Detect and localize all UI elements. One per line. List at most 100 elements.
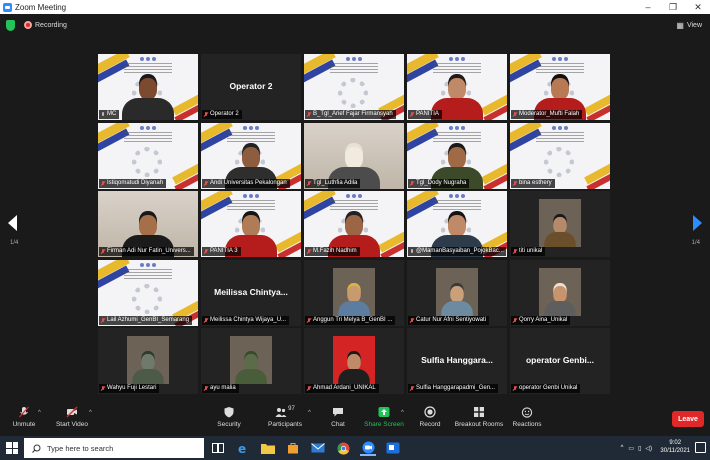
muted-mic-icon	[204, 248, 208, 255]
participant-tile[interactable]: ayu malia	[201, 328, 301, 394]
leave-button[interactable]: Leave	[672, 411, 704, 427]
participant-name-tag: PANITIA	[408, 110, 442, 119]
grid-view-icon: ▦	[676, 21, 684, 30]
participant-tile[interactable]: Operator 2 Operator 2	[201, 54, 301, 120]
participant-tile[interactable]: Moderator_Mufti Falah	[510, 54, 610, 120]
participant-tile[interactable]: Sulfia Hanggara... Sulfia Hanggarapadmi_G…	[407, 328, 507, 394]
participant-tile[interactable]: M.Fazih Nadhim	[304, 191, 404, 257]
participant-display-name: Sulfia Hanggara...	[421, 355, 493, 365]
security-button[interactable]: Security	[214, 406, 244, 436]
chat-button[interactable]: Chat	[326, 406, 350, 436]
meeting-app-icon[interactable]	[385, 440, 401, 456]
participant-tile[interactable]: Andi Universitas Pekalongan	[201, 123, 301, 189]
participant-name-tag: titi unikal	[511, 247, 546, 256]
participant-tile[interactable]: @MamanBasyaiban_PojokBac...	[407, 191, 507, 257]
participant-tile[interactable]: Tgl_Dody Nugraha	[407, 123, 507, 189]
share-screen-icon	[378, 407, 390, 417]
taskbar-search-box[interactable]: Type here to search	[24, 438, 204, 458]
unmute-button[interactable]: Unmute	[8, 406, 40, 436]
participant-tile[interactable]: bina esthery	[510, 123, 610, 189]
mail-icon[interactable]	[310, 440, 326, 456]
taskbar-clock[interactable]: 9:02 30/11/2021	[660, 439, 690, 455]
reactions-button[interactable]: Reactions	[512, 406, 542, 436]
encryption-shield-icon[interactable]	[6, 20, 15, 31]
participant-tile[interactable]: Firman Adi Nur Fatin_Univers...	[98, 191, 198, 257]
participant-tile[interactable]: B_Tgl_Arief Fajar Firmansyah	[304, 54, 404, 120]
share-options-caret-icon[interactable]: ^	[401, 410, 404, 416]
participant-tile[interactable]: MC	[98, 54, 198, 120]
muted-mic-icon	[513, 248, 517, 255]
minimize-button[interactable]: –	[636, 0, 660, 14]
profile-picture	[539, 199, 581, 247]
participant-tile[interactable]: Qorry Aina_Unikal	[510, 260, 610, 326]
chat-label: Chat	[331, 421, 345, 428]
file-explorer-icon[interactable]	[260, 440, 276, 456]
chrome-icon[interactable]	[335, 440, 351, 456]
participant-name: PANITIA 3	[210, 248, 238, 254]
participant-name-tag: @MamanBasyaiban_PojokBac...	[408, 247, 506, 256]
zoom-taskbar-icon[interactable]	[360, 440, 376, 456]
profile-picture	[333, 336, 375, 384]
muted-mic-icon	[101, 248, 105, 255]
zoom-app-icon	[3, 2, 12, 12]
participant-name: Andi Universitas Pekalongan	[210, 180, 287, 186]
participant-tile[interactable]: operator Genbi... operator Genbi Unikal	[510, 328, 610, 394]
windows-taskbar: Type here to search e ^ ▭ ▯ ◁) 9:02 30/1…	[0, 436, 710, 460]
participant-display-name: Meilissa Chintya...	[214, 287, 288, 297]
participant-tile[interactable]: Meilissa Chintya... Meilissa Chintya Wija…	[201, 260, 301, 326]
task-view-icon[interactable]	[210, 440, 226, 456]
close-button[interactable]: ✕	[686, 0, 710, 14]
share-screen-button[interactable]: Share Screen	[364, 406, 404, 436]
tray-chevron-icon[interactable]: ^	[621, 445, 624, 451]
prev-page-arrow-icon[interactable]	[8, 215, 17, 231]
record-button[interactable]: Record	[418, 406, 442, 436]
participant-name-tag: Tgl_Luthfia Adila	[305, 179, 361, 188]
muted-mic-icon	[307, 180, 311, 187]
participant-tile[interactable]: Tgl_Luthfia Adila	[304, 123, 404, 189]
participant-tile[interactable]: Catur Nur Afni Sentiyowati	[407, 260, 507, 326]
breakout-rooms-icon	[474, 407, 484, 417]
participant-name-tag: Firman Adi Nur Fatin_Univers...	[99, 247, 194, 256]
reactions-label: Reactions	[512, 421, 542, 428]
audio-options-caret-icon[interactable]: ^	[38, 410, 41, 416]
muted-mic-icon	[513, 317, 517, 324]
breakout-rooms-button[interactable]: Breakout Rooms	[455, 406, 503, 436]
security-label: Security	[217, 421, 241, 428]
next-page-arrow-icon[interactable]	[693, 215, 702, 231]
participant-tile[interactable]: PANITIA 3	[201, 191, 301, 257]
muted-mic-icon	[101, 385, 105, 392]
participants-icon	[275, 408, 287, 417]
participant-name-tag: operator Genbi Unikal	[511, 384, 581, 393]
video-options-caret-icon[interactable]: ^	[89, 410, 92, 416]
participant-tile[interactable]: Istiqomatudi Diyanah	[98, 123, 198, 189]
participant-name: Moderator_Mufti Falah	[519, 111, 580, 117]
participant-name: B_Tgl_Arief Fajar Firmansyah	[313, 111, 393, 117]
edge-browser-icon[interactable]: e	[235, 440, 251, 456]
network-icon[interactable]: ▭	[628, 445, 634, 452]
volume-icon[interactable]: ◁)	[645, 445, 652, 452]
clock-time: 9:02	[669, 440, 682, 446]
store-icon[interactable]	[285, 440, 301, 456]
participants-caret-icon[interactable]: ^	[308, 410, 311, 416]
participant-tile[interactable]: Wahyu Fuji Lestari	[98, 328, 198, 394]
meeting-topbar: Recording ▦ View	[0, 14, 710, 38]
participant-name-tag: M.Fazih Nadhim	[305, 247, 360, 256]
view-button[interactable]: ▦ View	[676, 21, 702, 30]
participants-button[interactable]: 97 Participants	[265, 406, 305, 436]
participant-tile[interactable]: Lail Azhumi_GenBI_Semarang	[98, 260, 198, 326]
participant-name-tag: Istiqomatudi Diyanah	[99, 179, 167, 188]
participant-name-tag: bina esthery	[511, 179, 555, 188]
recording-indicator[interactable]: Recording	[24, 21, 67, 29]
windows-start-icon[interactable]	[6, 442, 18, 454]
participant-tile[interactable]: Ahmad Ardani_UNIKAL	[304, 328, 404, 394]
participant-tile[interactable]: PANITIA	[407, 54, 507, 120]
participant-name-tag: Meilissa Chintya Wijaya_U...	[202, 316, 290, 325]
participant-tile[interactable]: Anggun Tri Melya B_GenBI ...	[304, 260, 404, 326]
battery-icon[interactable]: ▯	[638, 445, 641, 452]
system-tray[interactable]: ^ ▭ ▯ ◁)	[621, 436, 652, 460]
notifications-icon[interactable]	[695, 442, 706, 453]
start-video-button[interactable]: Start Video	[54, 406, 90, 436]
participant-tile[interactable]: titi unikal	[510, 191, 610, 257]
participant-name-tag: Tgl_Dody Nugraha	[408, 179, 470, 188]
restore-button[interactable]: ❐	[661, 0, 685, 14]
